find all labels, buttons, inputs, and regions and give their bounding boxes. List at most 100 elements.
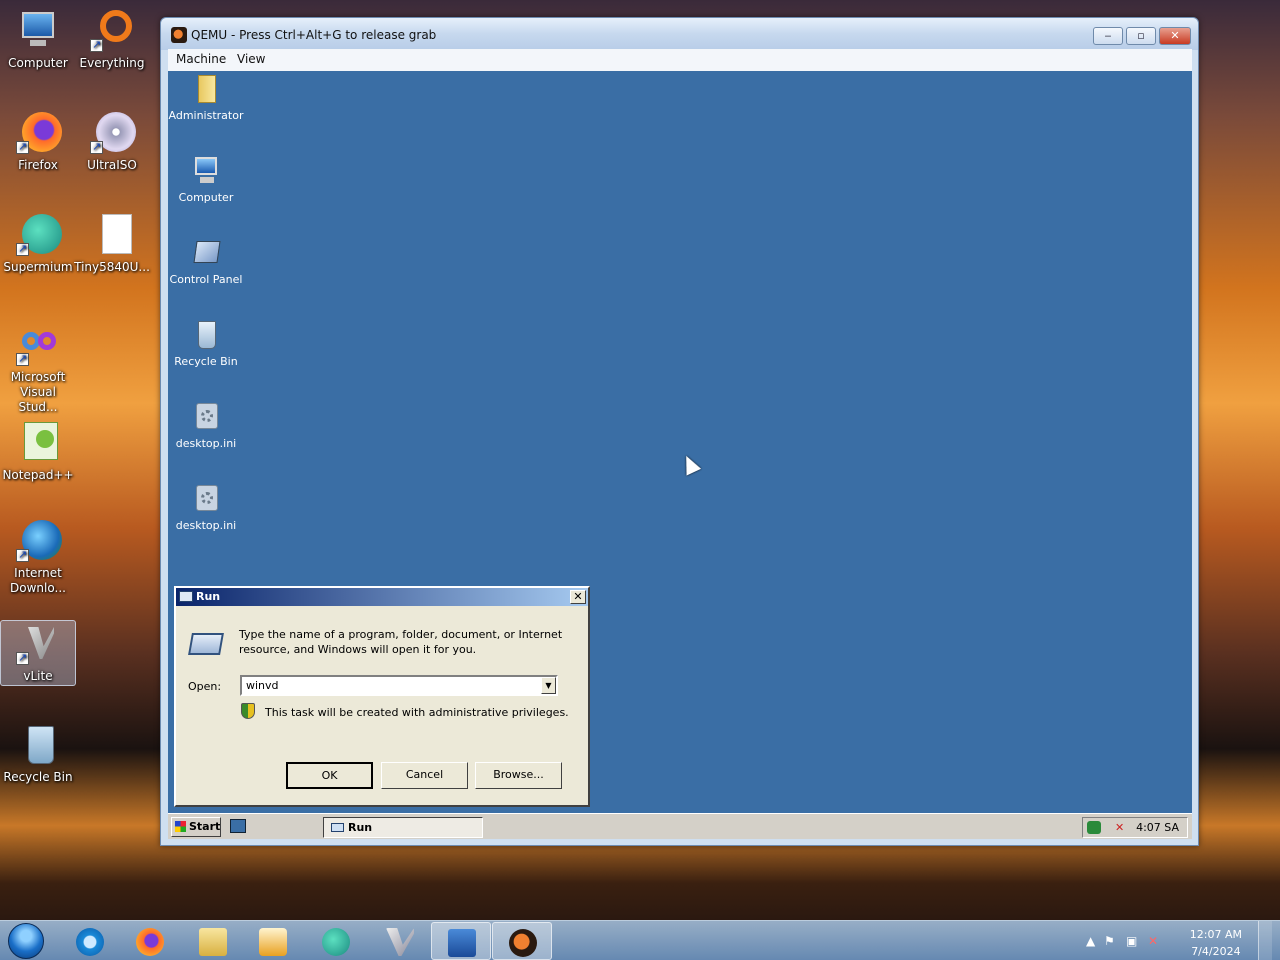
guest-icon-desktop-ini[interactable]: desktop.ini (168, 483, 244, 532)
menu-machine[interactable]: Machine (176, 52, 226, 66)
show-hidden-icons-icon[interactable]: ▲ (1086, 934, 1095, 948)
open-label: Open: (188, 680, 222, 693)
desktop-icon-label: Tiny5840U... (74, 260, 150, 274)
network-icon[interactable]: ▣ (1126, 934, 1137, 948)
desktop-icon-label: Everything (79, 56, 145, 70)
host-taskbar: ▲ ⚑ ▣ ✕ 12:07 AM 7/4/2024 (0, 920, 1280, 960)
desktop-icon-internet-download-manager[interactable]: Internet Downlo... (0, 518, 76, 596)
computer-icon (190, 155, 222, 187)
ultraiso-icon (88, 110, 136, 156)
qemu-menubar: Machine View (168, 49, 1192, 71)
open-input-value: winvd (246, 679, 279, 692)
run-dialog[interactable]: Run ✕ Type the name of a program, folder… (174, 586, 590, 807)
guest-clock: 4:07 SA (1136, 821, 1179, 834)
taskbar-firefox[interactable] (120, 922, 180, 960)
volume-muted-icon[interactable]: ✕ (1148, 934, 1158, 948)
guest-desktop[interactable]: Administrator Computer Control Panel Rec… (168, 71, 1192, 839)
guest-icon-recycle-bin[interactable]: Recycle Bin (168, 319, 244, 368)
host-clock-date: 7/4/2024 (1191, 945, 1241, 958)
ok-button[interactable]: OK (286, 762, 373, 789)
guest-icon-control-panel[interactable]: Control Panel (168, 237, 244, 286)
desktop-icon-tiny5840u[interactable]: Tiny5840U... (74, 212, 150, 275)
host-clock[interactable]: 12:07 AM 7/4/2024 (1190, 926, 1242, 960)
guest-icon-label: desktop.ini (175, 437, 237, 450)
run-icon (331, 823, 344, 832)
desktop-icon-computer[interactable]: Computer (0, 8, 76, 71)
guest-icon-label: Recycle Bin (174, 355, 238, 368)
taskbar-vlite[interactable] (370, 922, 430, 960)
powershell-icon (448, 929, 476, 957)
desktop-icon-vlite[interactable]: vLite (0, 620, 76, 686)
settings-file-icon (190, 483, 222, 515)
everything-icon (88, 8, 136, 54)
volume-muted-icon[interactable]: ✕ (1115, 821, 1129, 834)
guest-icon-label: Control Panel (169, 273, 243, 286)
show-desktop-button[interactable] (1258, 921, 1272, 960)
run-close-button[interactable]: ✕ (570, 590, 586, 604)
uac-shield-icon (241, 703, 255, 719)
vlite-icon (386, 928, 414, 956)
action-center-flag-icon[interactable]: ⚑ (1104, 934, 1115, 948)
cancel-button[interactable]: Cancel (381, 762, 468, 789)
internet-download-manager-icon (14, 518, 62, 564)
desktop-icon-everything[interactable]: Everything (74, 8, 150, 71)
windows-flag-icon (175, 821, 186, 832)
recycle-bin-icon (190, 319, 222, 351)
desktop-icon-firefox[interactable]: Firefox (0, 110, 76, 173)
computer-icon (14, 8, 62, 54)
start-button[interactable] (8, 923, 44, 959)
desktop-icon-supermium[interactable]: Supermium (0, 212, 76, 275)
close-button[interactable]: ✕ (1159, 27, 1191, 45)
taskbar-file-explorer[interactable] (183, 922, 243, 960)
guest-start-label: Start (189, 820, 221, 833)
taskbar-media-player[interactable] (243, 922, 303, 960)
taskbar-internet-explorer[interactable] (60, 922, 120, 960)
security-center-icon[interactable] (1087, 821, 1101, 834)
taskbar-supermium[interactable] (306, 922, 366, 960)
run-description: Type the name of a program, folder, docu… (239, 628, 563, 656)
notepad-plus-plus-icon (14, 420, 62, 466)
supermium-icon (322, 928, 350, 956)
desktop-icon-label: Computer (8, 56, 68, 70)
restore-button[interactable]: ▫ (1126, 27, 1156, 45)
host-clock-time: 12:07 AM (1189, 928, 1242, 941)
qemu-window[interactable]: QEMU - Press Ctrl+Alt+G to release grab … (160, 17, 1199, 846)
qemu-icon (171, 27, 187, 43)
guest-icon-label: desktop.ini (175, 519, 237, 532)
guest-icon-label: Administrator (168, 109, 244, 122)
qemu-titlebar[interactable]: QEMU - Press Ctrl+Alt+G to release grab … (161, 18, 1198, 50)
desktop-icon-visual-studio[interactable]: Microsoft Visual Stud... (0, 322, 76, 415)
minimize-button[interactable]: ‒ (1093, 27, 1123, 45)
show-desktop-icon[interactable] (230, 819, 246, 833)
run-program-icon (188, 633, 224, 655)
settings-file-icon (190, 401, 222, 433)
media-player-icon (259, 928, 287, 956)
guest-icon-desktop-ini[interactable]: desktop.ini (168, 401, 244, 450)
desktop-icon-ultraiso[interactable]: UltraISO (74, 110, 150, 173)
guest-icon-label: Computer (178, 191, 234, 204)
desktop-icon-label: Internet Downlo... (10, 566, 66, 595)
run-dialog-title: Run (196, 590, 221, 603)
vlite-icon (14, 621, 62, 667)
desktop-icon-recycle-bin[interactable]: Recycle Bin (0, 722, 76, 785)
browse-button[interactable]: Browse... (475, 762, 562, 789)
menu-view[interactable]: View (237, 52, 265, 66)
open-input[interactable]: winvd ▼ (240, 675, 558, 696)
run-dialog-titlebar[interactable]: Run ✕ (176, 588, 588, 606)
taskbar-powershell[interactable] (431, 922, 491, 960)
guest-icon-administrator[interactable]: Administrator (168, 73, 244, 122)
desktop-icon-label: Microsoft Visual Stud... (10, 370, 66, 414)
host-system-tray: ▲ ⚑ ▣ ✕ 12:07 AM 7/4/2024 (1082, 921, 1272, 960)
guest-icon-computer[interactable]: Computer (168, 155, 244, 204)
taskbar-qemu[interactable] (492, 922, 552, 960)
guest-task-run[interactable]: Run (323, 817, 483, 838)
desktop-icon-label: UltraISO (87, 158, 137, 172)
guest-start-button[interactable]: Start (171, 817, 221, 837)
mouse-cursor-icon (678, 452, 702, 476)
dropdown-arrow-icon[interactable]: ▼ (541, 677, 556, 694)
desktop-icon-notepad-plus-plus[interactable]: Notepad++ (0, 420, 76, 483)
control-panel-icon (190, 237, 222, 269)
folder-icon (190, 73, 222, 105)
desktop-icon-label: Supermium (3, 260, 73, 274)
guest-task-label: Run (348, 821, 373, 834)
